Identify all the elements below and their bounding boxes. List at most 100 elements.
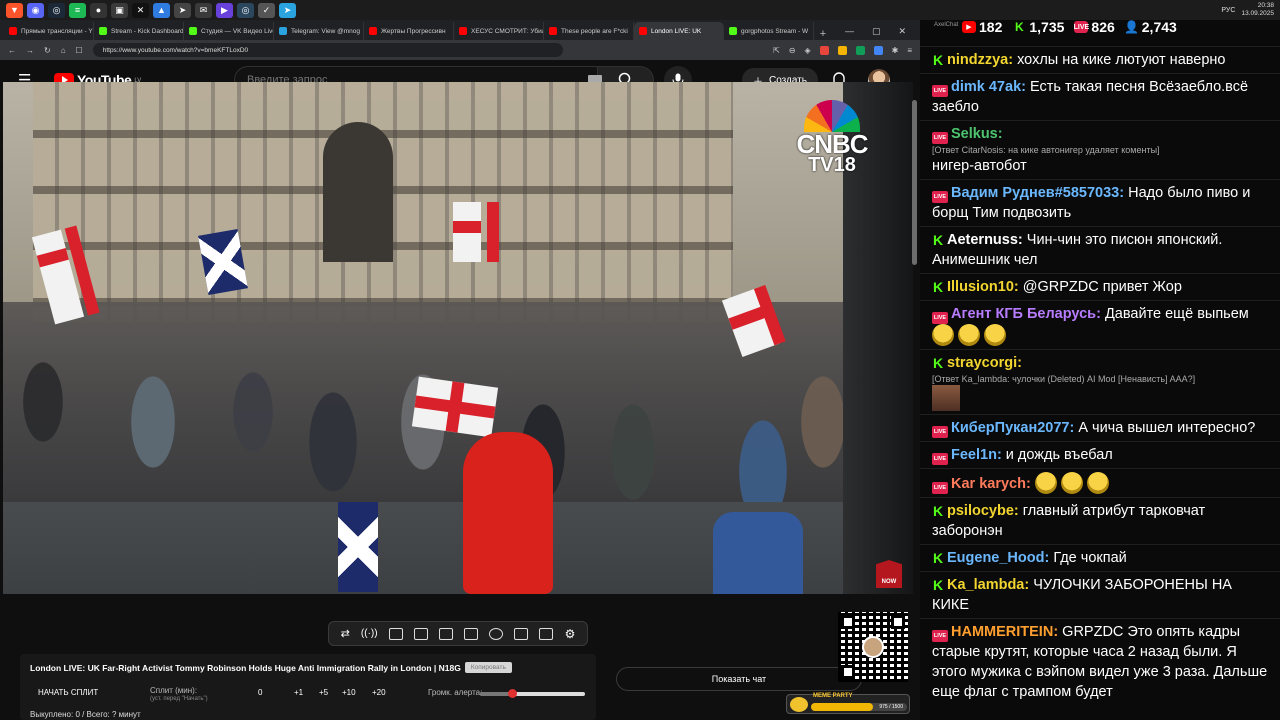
language-indicator[interactable]: РУС: [1221, 7, 1235, 14]
reload-icon[interactable]: ↻: [44, 46, 51, 55]
browser-tab[interactable]: Прямые трансляции - Y: [4, 22, 94, 40]
puzzle-icon[interactable]: ✱: [892, 46, 899, 55]
split-value-1[interactable]: +1: [294, 688, 303, 697]
qr-corner: [841, 665, 855, 679]
peacock-icon: [804, 100, 860, 132]
app-mail-icon[interactable]: ✉: [195, 2, 212, 18]
player-extension-toolbar: ⇄ ((·)) ⚙: [328, 621, 588, 646]
back-icon[interactable]: ←: [8, 46, 16, 55]
brave-icon[interactable]: ▼: [6, 2, 23, 18]
maximize-icon[interactable]: ▢: [872, 26, 881, 37]
window-icon[interactable]: ▣: [111, 2, 128, 18]
chat-message: LIVE Агент КГБ Беларусь: Давайте ещё выпь…: [920, 300, 1280, 349]
zoom-icon[interactable]: ⊖: [789, 46, 796, 55]
chat-username[interactable]: Kar karych: [951, 476, 1026, 492]
loop-icon[interactable]: ⇄: [341, 627, 350, 640]
pip-icon[interactable]: [464, 627, 479, 640]
chat-username[interactable]: psilocybe: [947, 503, 1014, 519]
chat-message: Kstraycorgi: [Ответ Ka_lambda: чулочки (…: [920, 349, 1280, 414]
screen-icon[interactable]: [514, 627, 529, 640]
browser-tab[interactable]: Жертвы Прогрессивн: [364, 22, 454, 40]
telegram-icon[interactable]: ➤: [279, 2, 296, 18]
chat-username[interactable]: straycorgi: [947, 355, 1017, 371]
qr-corner: [891, 615, 905, 629]
meme-party-value: 975 / 1500: [879, 704, 903, 710]
app-blue-icon[interactable]: ▲: [153, 2, 170, 18]
discord-icon[interactable]: ◉: [27, 2, 44, 18]
app-arrow-icon[interactable]: ➤: [174, 2, 191, 18]
close-icon[interactable]: ✕: [898, 26, 906, 37]
speed-icon[interactable]: [489, 627, 504, 640]
new-tab-button[interactable]: +: [814, 28, 832, 40]
slider-knob[interactable]: [507, 689, 517, 698]
browser-tab[interactable]: These people are F*cki: [544, 22, 634, 40]
address-bar: ← → ↻ ⌂ ☐ https://www.youtube.com/watch?…: [0, 40, 920, 60]
split-value-10[interactable]: +10: [342, 688, 356, 697]
github-icon[interactable]: ●: [90, 2, 107, 18]
bookmark-icon[interactable]: ☐: [76, 46, 83, 55]
extension-icon[interactable]: [855, 45, 865, 55]
home-icon[interactable]: ⌂: [61, 46, 66, 55]
page-scrollbar[interactable]: [912, 100, 917, 265]
chat-username[interactable]: Вадим Руднев#5857033: [951, 185, 1119, 201]
live-icon: LIVE: [932, 85, 948, 97]
app-check-icon[interactable]: ✓: [258, 2, 275, 18]
chat-username[interactable]: Illusion10: [947, 279, 1014, 295]
steam-icon[interactable]: ◎: [48, 2, 65, 18]
chat-username[interactable]: Eugene_Hood: [947, 550, 1044, 566]
show-chat-button[interactable]: Показать чат: [616, 667, 862, 691]
extension-icon[interactable]: [837, 45, 847, 55]
chat-username[interactable]: Aeternuss: [947, 232, 1018, 248]
live-icon: LIVE: [932, 312, 948, 324]
menu-icon[interactable]: ≡: [907, 46, 912, 55]
meme-party-widget: MEME PARTY 975 / 1500: [786, 693, 910, 714]
gear-icon[interactable]: ⚙: [565, 627, 576, 641]
browser-tab[interactable]: Telegram: View @mnog: [274, 22, 364, 40]
chat-username[interactable]: nindzzya: [947, 52, 1008, 68]
extension-icon[interactable]: [819, 45, 829, 55]
chat-separator: :: [1017, 355, 1022, 371]
chat-separator: :: [1008, 52, 1018, 68]
forward-icon[interactable]: →: [26, 46, 34, 55]
browser-tab[interactable]: gorgphotos Stream - W: [724, 22, 814, 40]
alert-volume-slider[interactable]: [480, 689, 585, 698]
split-sublabel: (уст. перед "Начать"): [150, 696, 208, 702]
theater-icon[interactable]: [438, 627, 453, 640]
split-value-20[interactable]: +20: [372, 688, 386, 697]
video-archway: [323, 122, 393, 262]
browser-tab[interactable]: ХЕСУС СМОТРИТ: Убил: [454, 22, 544, 40]
chat-username[interactable]: Selkus: [951, 126, 998, 142]
camera-icon[interactable]: [539, 627, 554, 640]
cast-icon[interactable]: ((·)): [361, 628, 378, 639]
clip-icon[interactable]: [413, 627, 428, 640]
app-steam2-icon[interactable]: ◎: [237, 2, 254, 18]
browser-tab[interactable]: Stream - Kick Dashboard: [94, 22, 184, 40]
chat-username[interactable]: КиберПукан2077: [951, 420, 1069, 436]
browser-tab[interactable]: Студия — VK Видео Live: [184, 22, 274, 40]
browser-tab[interactable]: London LIVE: UK: [634, 22, 724, 40]
capcut-icon[interactable]: ✕: [132, 2, 149, 18]
slider-fill: [480, 692, 512, 696]
chat-username[interactable]: Ka_lambda: [947, 577, 1024, 593]
chat-username[interactable]: HAMMERITEIN: [951, 624, 1053, 640]
extension-icon[interactable]: [873, 45, 883, 55]
start-split-button[interactable]: НАЧАТЬ СПЛИТ: [38, 688, 98, 697]
chat-username[interactable]: Feel1n: [951, 447, 997, 463]
share-icon[interactable]: ⇱: [773, 46, 780, 55]
chat-username[interactable]: Агент КГБ Беларусь: [951, 306, 1096, 322]
split-value-0[interactable]: 0: [258, 688, 262, 697]
tab-label: ХЕСУС СМОТРИТ: Убил: [471, 27, 544, 35]
chat-message: Kpsilocybe: главный атрибут тарковчат за…: [920, 497, 1280, 544]
screenshot-icon[interactable]: [388, 627, 403, 640]
brave-shield-icon[interactable]: ◈: [804, 46, 810, 55]
chat-username[interactable]: dimk 47ak: [951, 79, 1021, 95]
youtube-icon: ▶: [962, 21, 976, 33]
spotify-icon[interactable]: ≡: [69, 2, 86, 18]
minimize-icon[interactable]: —: [845, 26, 854, 36]
clock[interactable]: 20:38 13.09.2025: [1241, 2, 1274, 18]
url-field[interactable]: https://www.youtube.com/watch?v=bmeKFTLo…: [92, 43, 563, 57]
video-player[interactable]: CNBC TV18 NOW: [3, 82, 913, 594]
split-value-5[interactable]: +5: [319, 688, 328, 697]
app-purple-icon[interactable]: ▶: [216, 2, 233, 18]
copy-button[interactable]: Копировать: [464, 662, 512, 673]
